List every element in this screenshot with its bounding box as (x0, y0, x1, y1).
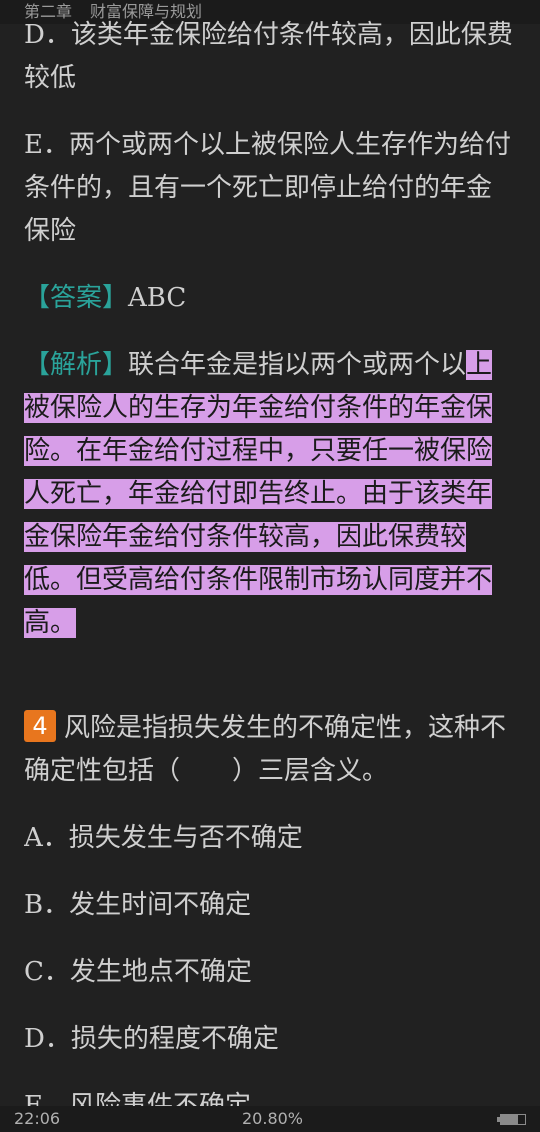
question-stem: 4 风险是指损失发生的不确定性，这种不确定性包括（ ）三层含义。 (24, 707, 516, 793)
clock: 22:06 (14, 1109, 61, 1128)
analysis-text: 联合年金是指以两个或两个以 (128, 350, 467, 380)
battery-icon (497, 1114, 526, 1125)
analysis-label: 【解析】 (24, 350, 129, 380)
option-text: 损失的程度不确定 (70, 1024, 279, 1054)
option-e-prev: E．两个或两个以上被保险人生存作为给付条件的，且有一个死亡即停止给付的年金保险 (24, 124, 516, 253)
option-label: A． (24, 823, 69, 853)
option-label: C． (24, 957, 70, 987)
option-label: E． (24, 1091, 69, 1106)
option-text: 损失发生与否不确定 (68, 823, 303, 853)
option-text: 风险事件不确定 (68, 1091, 251, 1106)
option-text: 发生时间不确定 (69, 890, 252, 920)
reader-content[interactable]: D．该类年金保险给付条件较高，因此保费较低 E．两个或两个以上被保险人生存作为给… (24, 14, 516, 1106)
answer-label: 【答案】 (24, 283, 129, 313)
analysis-paragraph[interactable]: 【解析】联合年金是指以两个或两个以上被保险人的生存为年金给付条件的年金保险。在年… (24, 344, 516, 645)
option-label: D． (24, 1024, 71, 1054)
option-c: C．发生地点不确定 (24, 951, 516, 994)
option-text: 发生地点不确定 (69, 957, 252, 987)
status-bar: 22:06 20.80% (0, 1106, 540, 1132)
answer-line: 【答案】ABC (24, 277, 516, 320)
option-b: B．发生时间不确定 (24, 884, 516, 927)
option-d-prev: D．该类年金保险给付条件较高，因此保费较低 (24, 14, 516, 100)
option-text: 两个或两个以上被保险人生存作为给付条件的，且有一个死亡即停止给付的年金保险 (24, 130, 511, 246)
option-a: A．损失发生与否不确定 (24, 817, 516, 860)
option-label: D． (24, 20, 71, 50)
option-e: E．风险事件不确定 (24, 1085, 516, 1106)
answer-value: ABC (128, 283, 187, 313)
option-d: D．损失的程度不确定 (24, 1018, 516, 1061)
reading-progress: 20.80% (242, 1109, 304, 1128)
question-text: 风险是指损失发生的不确定性，这种不确定性包括（ ）三层含义。 (24, 713, 507, 786)
question-number-badge: 4 (24, 710, 56, 742)
battery-level (501, 1115, 518, 1124)
option-text: 该类年金保险给付条件较高，因此保费较低 (24, 20, 513, 93)
option-label: B． (24, 890, 70, 920)
highlighted-text[interactable]: 上被保险人的生存为年金给付条件的年金保险。在年金给付过程中，只要任一被保险人死亡… (24, 350, 493, 638)
option-label: E． (24, 130, 69, 160)
